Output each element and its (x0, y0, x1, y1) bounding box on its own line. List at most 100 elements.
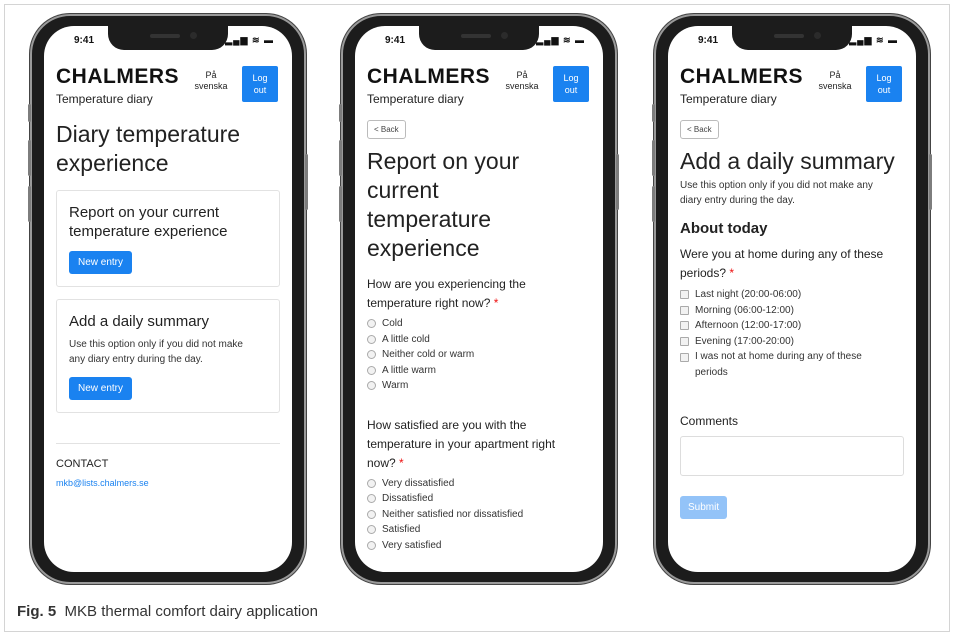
option-evening[interactable]: Evening (17:00-20:00) (680, 334, 904, 350)
option-label: I was not at home during any of these per… (695, 349, 862, 380)
logout-button[interactable]: Log out (242, 66, 278, 102)
checkbox[interactable] (680, 290, 689, 300)
back-button[interactable]: < Back (680, 120, 719, 139)
option-dissatisfied[interactable]: Dissatisfied (367, 491, 591, 507)
required-marker: * (729, 266, 735, 280)
option-neutral[interactable]: Neither cold or warm (367, 347, 591, 363)
option-warm[interactable]: Warm (367, 378, 591, 394)
language-line-1: På (516, 70, 528, 80)
volume-up-button (28, 140, 31, 176)
question-satisfaction-line-3: now? (367, 455, 396, 470)
app-header: CHALMERS Temperature diary På svenska Log… (367, 66, 591, 108)
volume-down-button (339, 186, 342, 222)
app-header: CHALMERS Temperature diary På svenska Log… (56, 66, 280, 108)
logout-button[interactable]: Log out (866, 66, 902, 102)
language-line-1: På (205, 70, 217, 80)
screen-daily-summary: 9:41 ▂▄▆ ≋ ▬ CHALMERS Temperature diary … (668, 26, 916, 572)
logout-button[interactable]: Log out (553, 66, 589, 102)
question-satisfaction-line-1: How satisfied are you with the (367, 417, 527, 432)
screen-report: 9:41 ▂▄▆ ≋ ▬ CHALMERS Temperature diary … (355, 26, 603, 572)
radio-button[interactable] (367, 509, 376, 519)
status-time: 9:41 (385, 35, 406, 46)
option-label-line-2: periods (695, 366, 728, 378)
option-very-dissatisfied[interactable]: Very dissatisfied (367, 476, 591, 492)
language-line-2: svenska (505, 81, 539, 91)
power-button (616, 154, 619, 210)
phone-2: 9:41 ▂▄▆ ≋ ▬ CHALMERS Temperature diary … (339, 14, 619, 584)
submit-button[interactable]: Submit (680, 496, 728, 519)
option-neutral-satisfaction[interactable]: Neither satisfied nor dissatisfied (367, 507, 591, 523)
question-satisfaction-line-2: temperature in your apartment right (367, 436, 556, 451)
experience-options: Cold A little cold Neither cold or warm … (367, 316, 591, 394)
status-icons: ▂▄▆ ≋ ▬ (536, 35, 585, 45)
logout-line-2: out (564, 85, 578, 95)
option-label: Morning (06:00-12:00) (695, 304, 794, 316)
checkbox[interactable] (680, 353, 689, 362)
option-cold[interactable]: Cold (367, 316, 591, 332)
checkbox[interactable] (680, 321, 689, 331)
page-title-line-3: experience (367, 235, 480, 261)
question-home-periods: Were you at home during any of these per… (680, 245, 904, 283)
radio-button[interactable] (367, 381, 376, 391)
power-button (929, 154, 932, 210)
radio-button[interactable] (367, 540, 376, 550)
report-card-title-line-1: Report on your current (69, 204, 220, 221)
page-title-line-1: Diary temperature (56, 121, 241, 147)
status-time: 9:41 (74, 35, 95, 46)
figure-caption: Fig. 5 MKB thermal comfort dairy applica… (17, 603, 318, 620)
checkbox[interactable] (680, 305, 689, 315)
option-afternoon[interactable]: Afternoon (12:00-17:00) (680, 318, 904, 334)
notch (108, 26, 228, 50)
question-experience: How are you experiencing the temperature… (367, 275, 591, 313)
option-a-little-cold[interactable]: A little cold (367, 332, 591, 348)
new-entry-report-button[interactable]: New entry (69, 251, 133, 274)
language-toggle[interactable]: På svenska (505, 70, 539, 92)
page-title-line-2: temperature (367, 206, 492, 232)
option-last-night[interactable]: Last night (20:00-06:00) (680, 287, 904, 303)
language-toggle[interactable]: På svenska (194, 70, 228, 92)
report-card-title-line-2: temperature experience (69, 223, 228, 240)
page-title-line-2: experience (56, 150, 169, 176)
option-not-home[interactable]: I was not at home during any of these per… (680, 349, 904, 380)
radio-button[interactable] (367, 334, 376, 344)
language-toggle[interactable]: På svenska (818, 70, 852, 92)
radio-button[interactable] (367, 478, 376, 488)
option-satisfied[interactable]: Satisfied (367, 522, 591, 538)
option-label: Cold (382, 318, 403, 329)
question-home-periods-line-2: periods? (680, 266, 727, 280)
new-entry-summary-button[interactable]: New entry (69, 377, 133, 400)
figure-caption-text: MKB thermal comfort dairy application (64, 603, 318, 620)
radio-button[interactable] (367, 350, 376, 360)
contact-email-link[interactable]: mkb@lists.chalmers.se (56, 478, 280, 488)
about-today-heading: About today (680, 220, 768, 237)
radio-button[interactable] (367, 525, 376, 535)
page-title: Report on your current temperature exper… (367, 147, 591, 263)
volume-up-button (652, 140, 655, 176)
checkbox[interactable] (680, 336, 689, 346)
mute-switch (339, 104, 342, 122)
status-icons: ▂▄▆ ≋ ▬ (225, 35, 274, 45)
divider (56, 443, 280, 444)
option-morning[interactable]: Morning (06:00-12:00) (680, 303, 904, 319)
back-button[interactable]: < Back (367, 120, 406, 139)
comments-textarea[interactable] (680, 436, 904, 476)
summary-card-text: Use this option only if you did not make… (69, 337, 267, 367)
radio-button[interactable] (367, 319, 376, 329)
option-very-satisfied[interactable]: Very satisfied (367, 538, 591, 554)
status-time: 9:41 (698, 35, 719, 46)
comments-label: Comments (680, 414, 739, 428)
radio-button[interactable] (367, 494, 376, 504)
period-options: Last night (20:00-06:00) Morning (06:00-… (680, 287, 904, 380)
phone-1: 9:41 ▂▄▆ ≋ ▬ CHALMERS Temperature diary … (28, 14, 308, 584)
satisfaction-options: Very dissatisfied Dissatisfied Neither s… (367, 476, 591, 554)
language-line-2: svenska (194, 81, 228, 91)
language-line-2: svenska (818, 81, 852, 91)
screen-home: 9:41 ▂▄▆ ≋ ▬ CHALMERS Temperature diary … (44, 26, 292, 572)
question-home-periods-line-1: Were you at home during any of these (680, 247, 884, 261)
radio-button[interactable] (367, 365, 376, 375)
option-label: Afternoon (12:00-17:00) (695, 320, 802, 331)
report-card-title: Report on your current temperature exper… (69, 203, 267, 241)
summary-card: Add a daily summary Use this option only… (56, 299, 280, 413)
mute-switch (652, 104, 655, 122)
option-a-little-warm[interactable]: A little warm (367, 363, 591, 379)
